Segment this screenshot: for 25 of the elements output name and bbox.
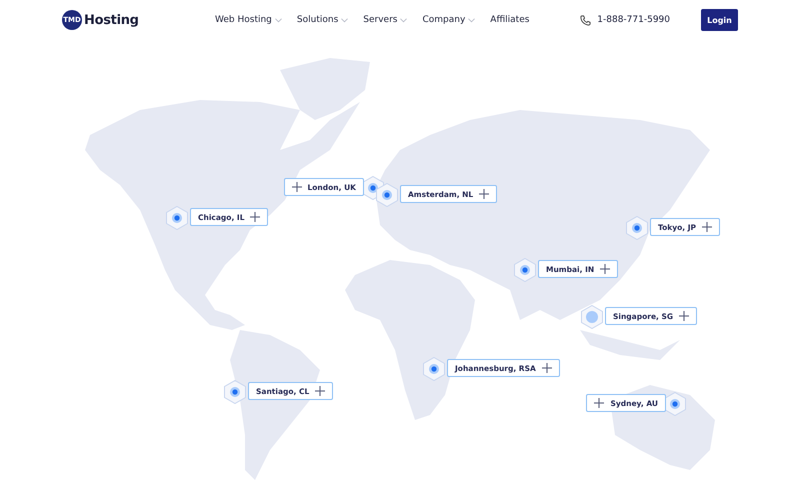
phone-number[interactable]: 1-888-771-5990 xyxy=(597,15,670,25)
nav-link[interactable]: Servers xyxy=(363,15,408,25)
location-pin-icon[interactable] xyxy=(224,380,246,404)
location-pin-icon[interactable] xyxy=(514,258,536,282)
location-pin-icon[interactable] xyxy=(626,216,648,240)
login-button[interactable]: Login xyxy=(701,9,738,31)
nav-link[interactable]: Web Hosting xyxy=(215,15,282,25)
plus-icon xyxy=(702,222,712,232)
plus-icon xyxy=(479,189,490,199)
plus-icon xyxy=(315,386,326,396)
nav-link[interactable]: Affiliates xyxy=(490,15,530,25)
logo-text[interactable]: Hosting xyxy=(84,12,139,28)
plus-icon xyxy=(679,311,690,321)
nav-link[interactable]: Company xyxy=(422,15,476,25)
plus-icon xyxy=(292,182,302,192)
nav-link[interactable]: Solutions xyxy=(296,15,348,25)
location-pin-icon[interactable] xyxy=(376,183,398,207)
location-pin-icon[interactable] xyxy=(664,392,686,416)
location-pin-icon[interactable] xyxy=(166,206,188,230)
plus-icon xyxy=(250,212,260,222)
plus-icon xyxy=(594,398,604,408)
location-pin-icon[interactable] xyxy=(423,357,445,381)
plus-icon xyxy=(600,264,610,274)
plus-icon xyxy=(542,363,552,373)
phone-icon xyxy=(580,14,592,26)
